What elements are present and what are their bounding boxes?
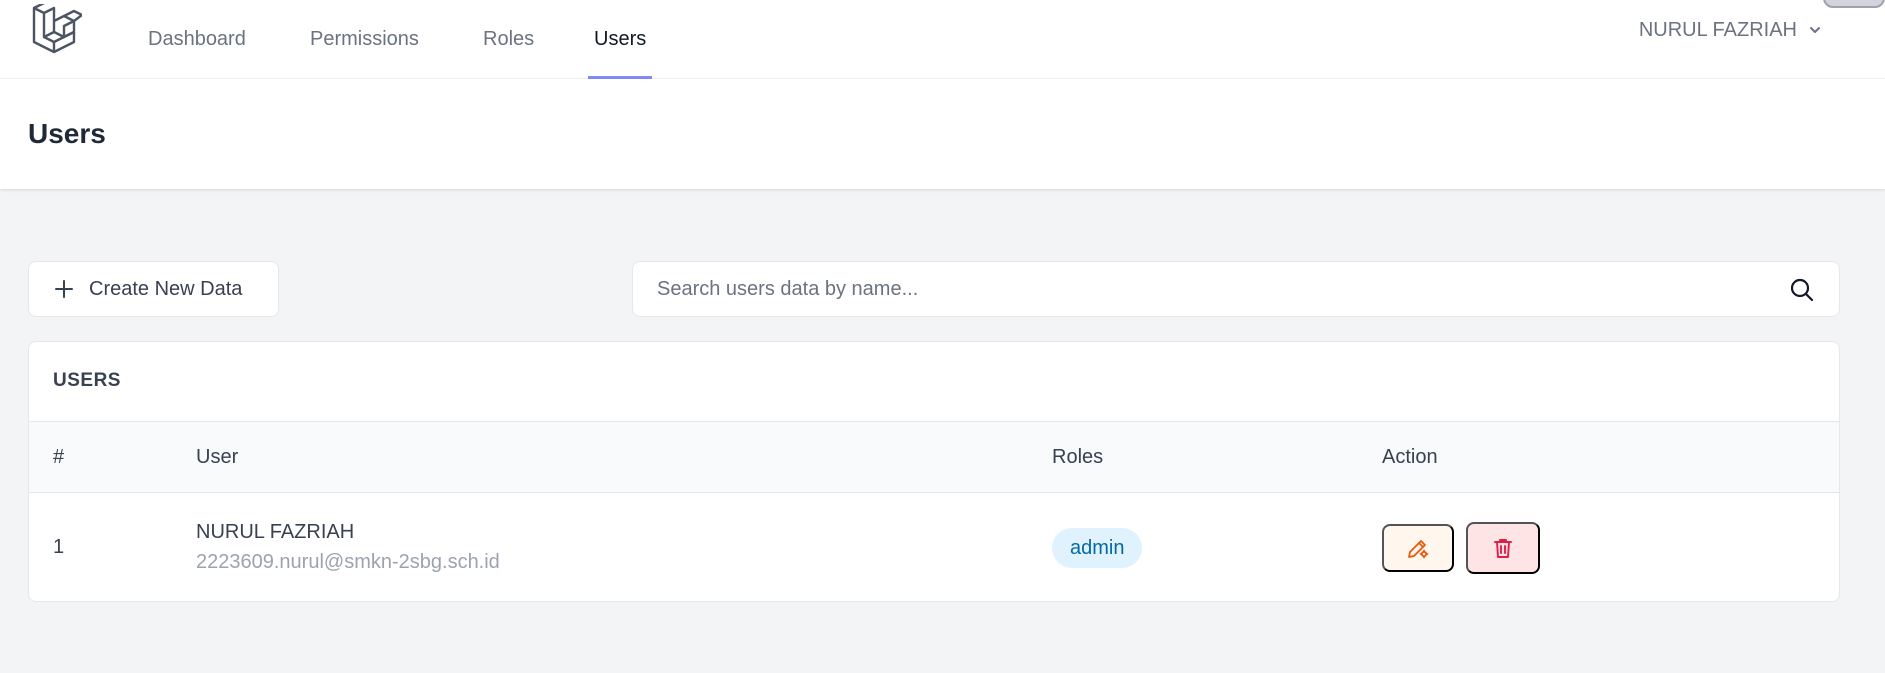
table-header-row: # User Roles Action xyxy=(29,421,1839,493)
user-menu-dropdown[interactable]: NURUL FAZRIAH xyxy=(1639,15,1823,45)
edit-user-button[interactable] xyxy=(1382,524,1454,572)
column-header-number: # xyxy=(53,446,65,468)
plus-icon xyxy=(55,280,73,298)
nav-dashboard[interactable]: Dashboard xyxy=(148,0,246,79)
create-button-label: Create New Data xyxy=(89,277,243,300)
table-row: 1 NURUL FAZRIAH 2223609.nurul@smkn-2sbg.… xyxy=(29,493,1839,601)
column-header-roles: Roles xyxy=(1052,446,1104,468)
top-navbar: Dashboard Permissions Roles Users NURUL … xyxy=(0,0,1885,79)
column-header-user: User xyxy=(196,446,239,468)
user-email: 2223609.nurul@smkn-2sbg.sch.id xyxy=(196,551,500,573)
corner-decoration xyxy=(1823,0,1885,8)
page-title: Users xyxy=(28,118,106,149)
trash-icon xyxy=(1494,539,1512,558)
search-box xyxy=(632,261,1840,317)
nav-users[interactable]: Users xyxy=(587,0,653,79)
laravel-logo-icon[interactable] xyxy=(30,4,82,56)
user-menu-name: NURUL FAZRIAH xyxy=(1638,18,1797,41)
row-number: 1 xyxy=(53,536,65,558)
search-input[interactable] xyxy=(657,262,1757,316)
nav-roles[interactable]: Roles xyxy=(483,0,534,79)
user-name: NURUL FAZRIAH xyxy=(196,521,355,543)
chevron-down-icon xyxy=(1810,27,1820,33)
pencil-gear-icon xyxy=(1408,540,1429,559)
role-badge: admin xyxy=(1052,528,1143,568)
table-title: USERS xyxy=(53,370,121,391)
create-new-data-button[interactable]: Create New Data xyxy=(28,261,279,317)
column-header-action: Action xyxy=(1382,446,1438,468)
nav-permissions[interactable]: Permissions xyxy=(310,0,419,79)
page-header: Users xyxy=(0,79,1885,189)
search-icon[interactable] xyxy=(1789,277,1815,303)
users-table-card: USERS # User Roles Action 1 NURUL FAZRIA… xyxy=(28,341,1840,602)
delete-user-button[interactable] xyxy=(1466,522,1540,574)
